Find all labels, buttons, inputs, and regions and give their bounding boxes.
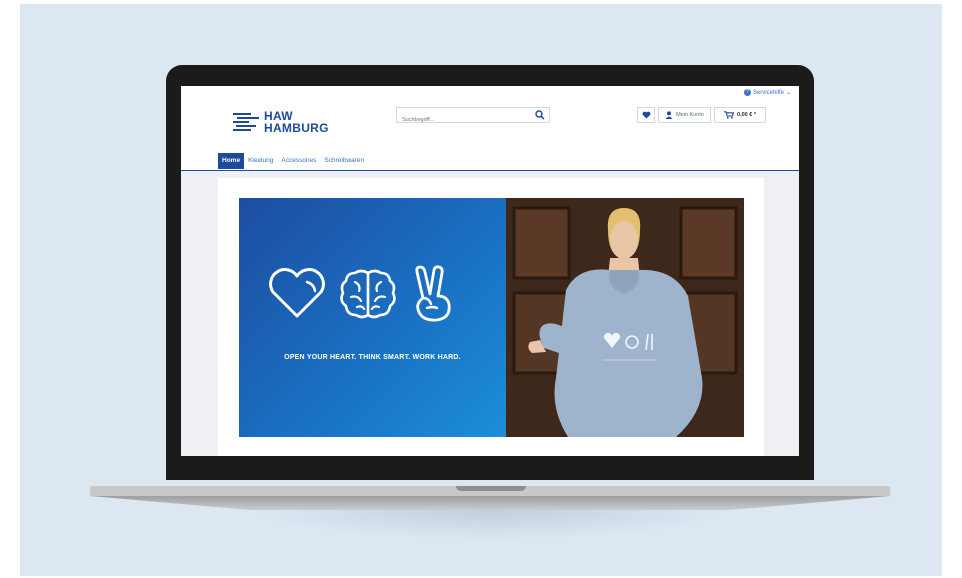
nav-tab-home[interactable]: Home bbox=[218, 153, 245, 169]
laptop-screen: ? Servicehilfe ⌄ HAW HAMBURG Suchbegriff… bbox=[181, 86, 799, 456]
account-button[interactable]: Mein Konto bbox=[658, 107, 711, 123]
chevron-down-icon: ⌄ bbox=[785, 90, 791, 96]
search-input[interactable] bbox=[397, 113, 527, 127]
cart-total: 0,00 € * bbox=[737, 112, 756, 118]
logo-text-line2: HAMBURG bbox=[264, 121, 329, 135]
laptop-bezel-bottom bbox=[166, 456, 814, 480]
user-icon bbox=[665, 111, 673, 119]
question-icon: ? bbox=[743, 89, 751, 96]
wishlist-button[interactable] bbox=[637, 107, 655, 123]
nav-tab-accessoires[interactable]: Accessoires bbox=[277, 153, 320, 169]
logo-lines-icon bbox=[233, 113, 259, 131]
banner-icon-row bbox=[267, 264, 455, 324]
banner-slogan: OPEN YOUR HEART. THINK SMART. WORK HARD. bbox=[284, 354, 461, 361]
nav-tab-kleidung[interactable]: Kleidung bbox=[244, 153, 277, 169]
brain-icon bbox=[340, 269, 396, 319]
service-help-label: Servicehilfe bbox=[752, 89, 784, 96]
search-icon[interactable] bbox=[535, 110, 545, 120]
victory-hand-icon bbox=[415, 265, 451, 322]
cart-icon bbox=[724, 111, 735, 119]
service-help-link[interactable]: ? Servicehilfe ⌄ bbox=[743, 89, 791, 96]
laptop-notch bbox=[456, 486, 526, 491]
account-label: Mein Konto bbox=[676, 112, 704, 118]
nav-tab-schreibwaren[interactable]: Schreibwaren bbox=[320, 153, 368, 169]
main-navigation: Home Kleidung Accessoires Schreibwaren bbox=[218, 153, 368, 169]
heart-outline-icon bbox=[269, 268, 325, 318]
haw-hamburg-logo[interactable]: HAW HAMBURG bbox=[233, 110, 329, 134]
model-photo-illustration bbox=[506, 198, 744, 437]
hero-banner[interactable]: OPEN YOUR HEART. THINK SMART. WORK HARD. bbox=[239, 198, 744, 437]
hero-banner-photo bbox=[506, 198, 744, 437]
hero-banner-graphic: OPEN YOUR HEART. THINK SMART. WORK HARD. bbox=[239, 198, 506, 437]
search-box bbox=[396, 107, 550, 127]
cart-button[interactable]: 0,00 € * bbox=[714, 107, 766, 123]
laptop-shadow bbox=[250, 510, 730, 540]
heart-icon bbox=[642, 111, 650, 119]
